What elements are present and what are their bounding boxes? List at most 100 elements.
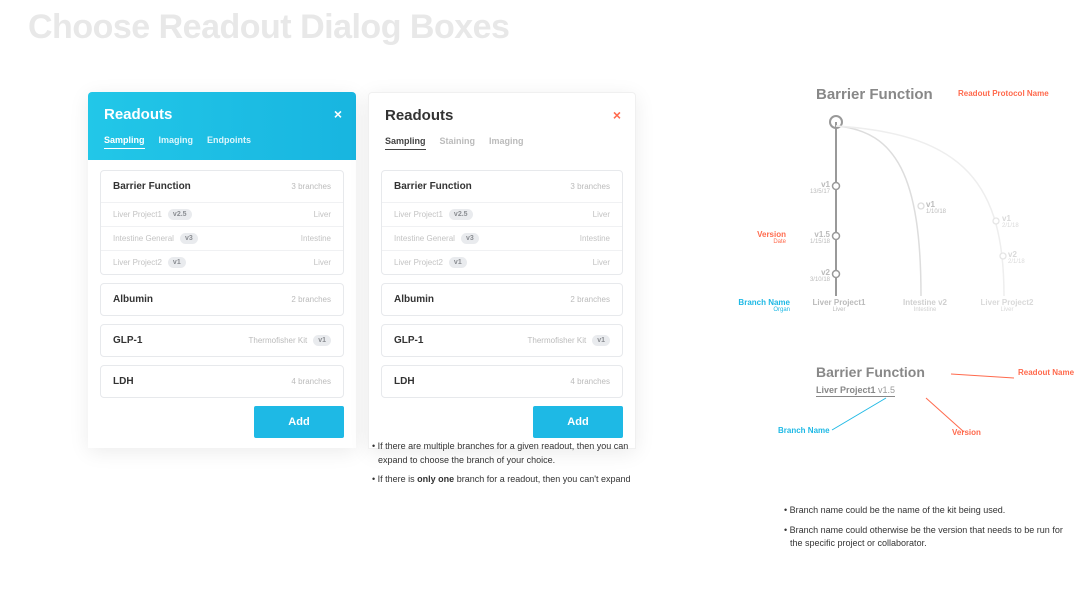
readout-row[interactable]: Albumin 2 branches bbox=[101, 284, 343, 315]
dialog-header: Readouts × Sampling Staining Imaging bbox=[368, 92, 636, 160]
branch-name: Liver Project1 bbox=[394, 210, 443, 219]
readout-card: Albumin 2 branches bbox=[100, 283, 344, 316]
tab-imaging[interactable]: Imaging bbox=[159, 135, 194, 149]
readout-sub: 2 branches bbox=[291, 295, 331, 304]
readout-name: Barrier Function bbox=[394, 181, 472, 192]
readout-row[interactable]: Albumin 2 branches bbox=[382, 284, 622, 315]
branch-row[interactable]: Liver Project1 v2.5 Liver bbox=[101, 202, 343, 226]
branch-row[interactable]: Liver Project2 v1 Liver bbox=[101, 250, 343, 274]
readout-row[interactable]: LDH 4 branches bbox=[101, 366, 343, 397]
note-line: • Branch name could otherwise be the ver… bbox=[780, 524, 1070, 551]
branch-row[interactable]: Intestine General v3 Intestine bbox=[382, 226, 622, 250]
readout-sub-text: Thermofisher Kit bbox=[528, 336, 587, 345]
version-badge: v3 bbox=[461, 233, 479, 244]
dialog-body: Barrier Function 3 branches Liver Projec… bbox=[368, 160, 636, 449]
readout-name: Barrier Function bbox=[113, 181, 191, 192]
branch-organ: Liver bbox=[314, 210, 331, 219]
page-title: Choose Readout Dialog Boxes bbox=[28, 8, 509, 47]
branch-organ: Liver bbox=[593, 210, 610, 219]
version-tick: v23/10/18 bbox=[800, 268, 830, 283]
dialog-tabs: Sampling Imaging Endpoints bbox=[104, 135, 340, 149]
dialog-body: Barrier Function 3 branches Liver Projec… bbox=[88, 160, 356, 448]
readout-name: LDH bbox=[113, 376, 134, 387]
branch-name: Liver Project2 bbox=[394, 258, 443, 267]
version-label: VersionDate bbox=[746, 230, 786, 245]
readout-sub: 4 branches bbox=[570, 377, 610, 386]
close-icon[interactable]: × bbox=[613, 107, 621, 123]
branch-row[interactable]: Liver Project1 v2.5 Liver bbox=[382, 202, 622, 226]
version-tick: v113/5/17 bbox=[800, 180, 830, 195]
readout-name: GLP-1 bbox=[113, 335, 142, 346]
readout-sub: 3 branches bbox=[291, 182, 331, 191]
readout-row[interactable]: Barrier Function 3 branches bbox=[101, 171, 343, 202]
readout-card: Barrier Function 3 branches Liver Projec… bbox=[381, 170, 623, 275]
tab-staining[interactable]: Staining bbox=[440, 136, 476, 150]
branchname-label: Branch NameOrgan bbox=[732, 298, 790, 313]
branch-organ: Intestine bbox=[301, 234, 331, 243]
version-label: Version bbox=[952, 428, 981, 437]
readout-card: Barrier Function 3 branches Liver Projec… bbox=[100, 170, 344, 275]
readout-row[interactable]: LDH 4 branches bbox=[382, 366, 622, 397]
version-tick-side: v11/10/18 bbox=[926, 200, 946, 215]
branch-organ: Intestine bbox=[580, 234, 610, 243]
dialog-title: Readouts bbox=[104, 106, 340, 123]
branch-endpoint: Liver Project1Liver bbox=[804, 298, 874, 313]
branch-organ: Liver bbox=[314, 258, 331, 267]
note-line: • If there are multiple branches for a g… bbox=[368, 440, 636, 467]
branch-name: Intestine General bbox=[113, 234, 174, 243]
breadcrumb-diagram: Barrier Function Liver Project1 v1.5 Rea… bbox=[816, 364, 1076, 398]
readout-name: Albumin bbox=[394, 294, 434, 305]
dialog-title: Readouts bbox=[385, 107, 619, 124]
readout-sub: 4 branches bbox=[291, 377, 331, 386]
branch-name-label: Branch Name bbox=[778, 426, 830, 435]
readout-name: Albumin bbox=[113, 294, 153, 305]
branch-row[interactable]: Liver Project2v1 Liver bbox=[382, 250, 622, 274]
dialog-notes: • If there are multiple branches for a g… bbox=[368, 440, 636, 493]
readout-card: LDH 4 branches bbox=[381, 365, 623, 398]
note-line: • Branch name could be the name of the k… bbox=[780, 504, 1070, 518]
close-icon[interactable]: × bbox=[334, 106, 342, 122]
readouts-dialog-blue: Readouts × Sampling Imaging Endpoints Ba… bbox=[88, 92, 356, 448]
tab-sampling[interactable]: Sampling bbox=[385, 136, 426, 150]
version-badge: v2.5 bbox=[449, 209, 473, 220]
readout-sub-text: Thermofisher Kit bbox=[249, 336, 308, 345]
version-badge: v2.5 bbox=[168, 209, 192, 220]
note-line: • If there is only one branch for a read… bbox=[368, 473, 636, 487]
version-badge: v1 bbox=[168, 257, 186, 268]
branch-endpoint: Intestine v2Intestine bbox=[892, 298, 958, 313]
version-tick-side: v12/1/18 bbox=[1002, 214, 1019, 229]
readout-sub: 3 branches bbox=[570, 182, 610, 191]
tab-sampling[interactable]: Sampling bbox=[104, 135, 145, 149]
version-badge: v1 bbox=[592, 335, 610, 346]
dialog-tabs: Sampling Staining Imaging bbox=[385, 136, 619, 150]
branch-name: Liver Project1 bbox=[113, 210, 162, 219]
readout-row[interactable]: GLP-1 Thermofisher Kit v1 bbox=[101, 325, 343, 356]
branch-name: Intestine General bbox=[394, 234, 455, 243]
callout-lines bbox=[796, 364, 1056, 444]
dialog-header: Readouts × Sampling Imaging Endpoints bbox=[88, 92, 356, 160]
version-badge: v3 bbox=[180, 233, 198, 244]
readout-card: GLP-1 Thermofisher Kit v1 bbox=[100, 324, 344, 357]
branch-organ: Liver bbox=[593, 258, 610, 267]
version-tick-side: v22/1/18 bbox=[1008, 250, 1025, 265]
diagram-notes: • Branch name could be the name of the k… bbox=[780, 504, 1070, 557]
version-tick: v1.51/15/18 bbox=[796, 230, 830, 245]
readouts-dialog-white: Readouts × Sampling Staining Imaging Bar… bbox=[368, 92, 636, 449]
add-button[interactable]: Add bbox=[533, 406, 623, 438]
readout-row[interactable]: GLP-1 Thermofisher Kit v1 bbox=[382, 325, 622, 356]
tab-imaging[interactable]: Imaging bbox=[489, 136, 524, 150]
version-tree-diagram: Barrier Function Readout Protocol Name v… bbox=[696, 86, 1066, 356]
readout-name: GLP-1 bbox=[394, 335, 423, 346]
branch-name: Liver Project2 bbox=[113, 258, 162, 267]
tab-endpoints[interactable]: Endpoints bbox=[207, 135, 251, 149]
readout-sub: Thermofisher Kit v1 bbox=[528, 335, 610, 346]
readout-row[interactable]: Barrier Function 3 branches bbox=[382, 171, 622, 202]
branch-row[interactable]: Intestine General v3 Intestine bbox=[101, 226, 343, 250]
version-badge: v1 bbox=[313, 335, 331, 346]
readout-card: GLP-1 Thermofisher Kit v1 bbox=[381, 324, 623, 357]
readout-sub: Thermofisher Kit v1 bbox=[249, 335, 331, 346]
readout-card: Albumin 2 branches bbox=[381, 283, 623, 316]
readout-name-label: Readout Name bbox=[1018, 368, 1074, 377]
readout-sub: 2 branches bbox=[570, 295, 610, 304]
add-button[interactable]: Add bbox=[254, 406, 344, 438]
